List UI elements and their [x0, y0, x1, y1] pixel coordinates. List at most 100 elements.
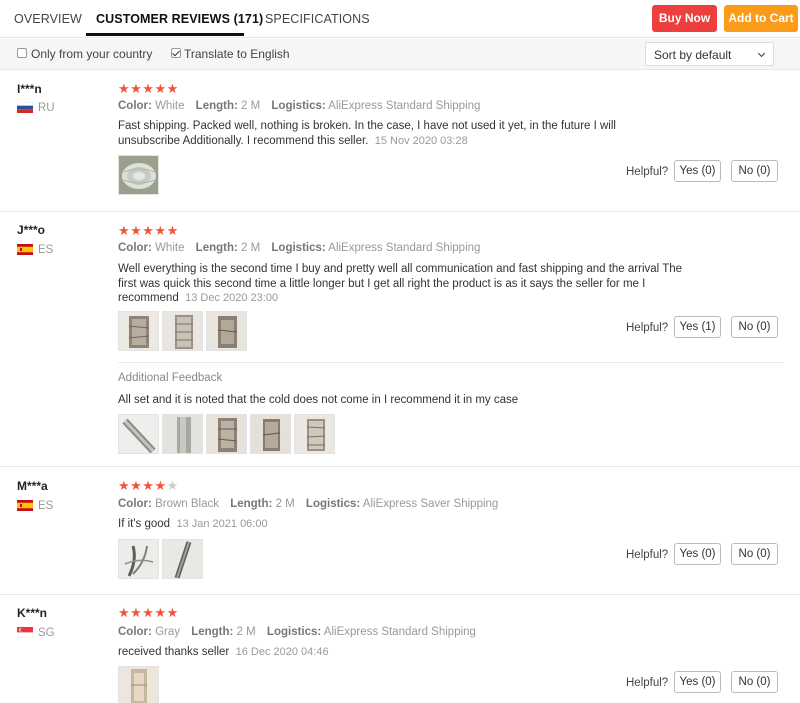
- add-to-cart-button[interactable]: Add to Cart: [724, 5, 798, 32]
- review-photos: [118, 539, 206, 579]
- reviewer-country: RU: [38, 102, 55, 114]
- translate-label[interactable]: Translate to English: [184, 47, 290, 61]
- helpful-label: Helpful?: [626, 677, 669, 689]
- helpful-yes-button[interactable]: Yes (1): [674, 316, 721, 338]
- review-body: received thanks seller: [118, 646, 230, 658]
- review-date: 15 Nov 2020 03:28: [374, 134, 468, 147]
- chevron-down-icon: [757, 49, 766, 58]
- only-country-checkbox[interactable]: [17, 48, 27, 58]
- review-photo[interactable]: [250, 414, 291, 454]
- review-item: I***n RU ★★★★★ Color: White Length: 2 M …: [0, 70, 800, 212]
- tab-overview[interactable]: OVERVIEW: [14, 12, 82, 26]
- review-text: If it's good 13 Jan 2021 06:00: [118, 517, 688, 532]
- filter-bar: Only from your country Translate to Engl…: [0, 39, 800, 70]
- star-rating: ★★★★★: [118, 223, 179, 238]
- logistics-attr-label: Logistics:: [271, 242, 326, 254]
- review-item: M***a ES ★★★★★ Color: Brown Black Length…: [0, 467, 800, 595]
- helpful-yes-button[interactable]: Yes (0): [674, 543, 721, 565]
- divider: [118, 362, 784, 363]
- star-rating: ★★★★★: [118, 605, 179, 620]
- only-country-label[interactable]: Only from your country: [31, 47, 152, 61]
- review-photos: [118, 666, 162, 703]
- review-text: Fast shipping. Packed well, nothing is b…: [118, 119, 678, 148]
- review-body: Fast shipping. Packed well, nothing is b…: [118, 120, 616, 147]
- length-attr-label: Length:: [191, 626, 234, 638]
- logistics-attr-label: Logistics:: [305, 498, 361, 510]
- helpful-yes-button[interactable]: Yes (0): [674, 671, 721, 693]
- logistics-attr-value: AliExpress Standard Shipping: [328, 242, 481, 254]
- tab-specifications[interactable]: SPECIFICATIONS: [265, 12, 370, 26]
- logistics-attr-value: AliExpress Saver Shipping: [362, 498, 499, 510]
- review-item: K***n SG ★★★★★ Color: Gray Length: 2 M L…: [0, 595, 800, 703]
- review-attributes: Color: White Length: 2 M Logistics: AliE…: [118, 242, 480, 254]
- tab-customer-reviews[interactable]: CUSTOMER REVIEWS (171): [96, 12, 263, 26]
- color-attr-value: White: [155, 100, 185, 112]
- translate-checkbox[interactable]: [171, 48, 181, 58]
- additional-feedback-title: Additional Feedback: [118, 372, 223, 384]
- additional-feedback-text: All set and it is noted that the cold do…: [118, 394, 519, 406]
- review-photos: [118, 311, 250, 351]
- review-item: J***o ES ★★★★★ Color: White Length: 2 M …: [0, 212, 800, 467]
- color-attr-value: White: [155, 242, 185, 254]
- review-photo[interactable]: [162, 311, 203, 351]
- color-attr-label: Color:: [118, 498, 152, 510]
- reviewer-country: ES: [38, 244, 54, 256]
- helpful-no-button[interactable]: No (0): [731, 671, 778, 693]
- reviewer-name: J***o: [17, 223, 46, 237]
- review-photo[interactable]: [162, 539, 203, 579]
- review-photo[interactable]: [118, 155, 159, 195]
- flag-es-icon: [17, 244, 33, 255]
- logistics-attr-label: Logistics:: [266, 626, 322, 638]
- helpful-label: Helpful?: [626, 549, 669, 561]
- color-attr-label: Color:: [118, 242, 152, 254]
- color-attr-value: Gray: [155, 626, 180, 638]
- color-attr-label: Color:: [118, 626, 152, 638]
- review-date: 13 Jan 2021 06:00: [176, 518, 268, 530]
- length-attr-label: Length:: [195, 242, 238, 254]
- length-attr-value: 2 M: [236, 626, 256, 638]
- logistics-attr-value: AliExpress Standard Shipping: [323, 626, 476, 638]
- helpful-label: Helpful?: [626, 166, 669, 178]
- length-attr-label: Length:: [195, 100, 238, 112]
- helpful-no-button[interactable]: No (0): [731, 543, 778, 565]
- logistics-attr-label: Logistics:: [271, 100, 326, 112]
- review-photo[interactable]: [118, 539, 159, 579]
- active-tab-underline: [86, 33, 244, 36]
- review-date: 16 Dec 2020 04:46: [235, 646, 329, 658]
- sort-selected-value: Sort by default: [654, 48, 732, 62]
- review-body: If it's good: [118, 518, 171, 530]
- flag-es-icon: [17, 500, 33, 511]
- reviewer-country: SG: [38, 627, 55, 639]
- color-attr-label: Color:: [118, 100, 152, 112]
- star-rating: ★★★★★: [118, 81, 179, 96]
- flag-ru-icon: [17, 102, 33, 113]
- reviewer-name: K***n: [17, 606, 48, 620]
- sort-select[interactable]: Sort by default: [645, 42, 774, 66]
- length-attr-value: 2 M: [275, 498, 295, 510]
- review-photo[interactable]: [206, 311, 247, 351]
- helpful-no-button[interactable]: No (0): [731, 316, 778, 338]
- length-attr-value: 2 M: [241, 100, 261, 112]
- review-attributes: Color: Brown Black Length: 2 M Logistics…: [118, 498, 498, 510]
- helpful-no-button[interactable]: No (0): [731, 160, 778, 182]
- review-text: received thanks seller 16 Dec 2020 04:46: [118, 645, 688, 660]
- flag-sg-icon: [17, 627, 33, 638]
- reviewer-country: ES: [38, 500, 54, 512]
- logistics-attr-value: AliExpress Standard Shipping: [328, 100, 481, 112]
- reviewer-name: I***n: [17, 82, 42, 96]
- review-photo[interactable]: [206, 414, 247, 454]
- color-attr-value: Brown Black: [155, 498, 219, 510]
- length-attr-label: Length:: [230, 498, 273, 510]
- review-attributes: Color: White Length: 2 M Logistics: AliE…: [118, 100, 480, 112]
- review-photo[interactable]: [118, 666, 159, 703]
- review-attributes: Color: Gray Length: 2 M Logistics: AliEx…: [118, 626, 476, 638]
- review-photo[interactable]: [118, 414, 159, 454]
- reviewer-name: M***a: [17, 479, 48, 493]
- helpful-yes-button[interactable]: Yes (0): [674, 160, 721, 182]
- review-text: Well everything is the second time I buy…: [118, 262, 690, 306]
- buy-now-button[interactable]: Buy Now: [652, 5, 717, 32]
- review-photo[interactable]: [118, 311, 159, 351]
- helpful-label: Helpful?: [626, 322, 669, 334]
- review-photo[interactable]: [294, 414, 335, 454]
- review-photo[interactable]: [162, 414, 203, 454]
